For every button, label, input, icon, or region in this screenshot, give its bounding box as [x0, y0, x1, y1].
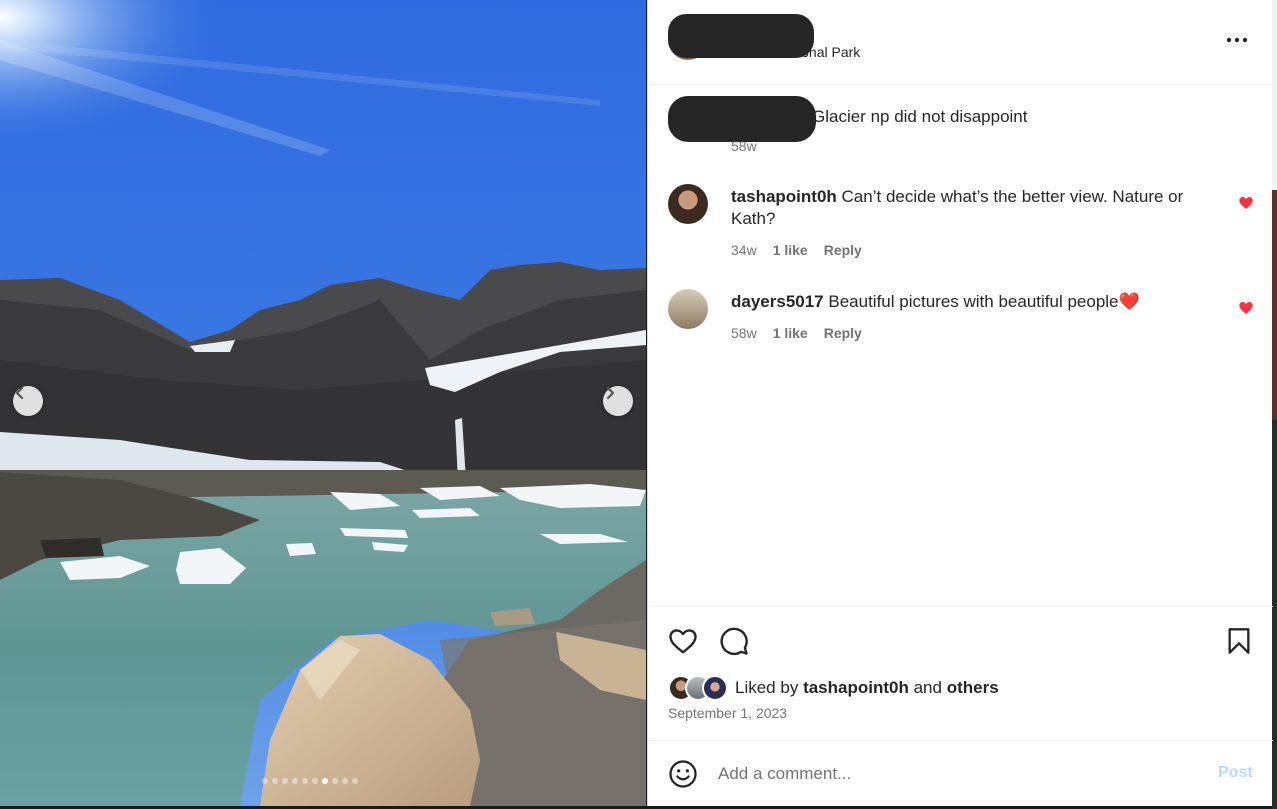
- comment-meta: 58w 1 like Reply: [731, 325, 862, 341]
- comment-bubble-icon[interactable]: [719, 626, 749, 656]
- comment-username[interactable]: dayers5017: [731, 292, 824, 311]
- carousel-dot: [352, 778, 358, 784]
- previous-photo-button[interactable]: [13, 386, 43, 416]
- carousel-dot: [312, 778, 318, 784]
- reply-button[interactable]: Reply: [824, 242, 862, 258]
- caption-text: Glacier np did not disappoint: [812, 107, 1028, 126]
- post-comment-button[interactable]: Post: [1218, 764, 1253, 782]
- post-location[interactable]: Glacier National Park: [728, 44, 860, 60]
- carousel-dot: [282, 778, 288, 784]
- carousel-dot-active: [322, 778, 328, 784]
- carousel-dot: [292, 778, 298, 784]
- add-comment-bar: Post: [648, 740, 1273, 806]
- carousel-dot: [272, 778, 278, 784]
- comment-meta: 34w 1 like Reply: [731, 242, 862, 258]
- next-photo-button[interactable]: [603, 386, 633, 416]
- more-options-button[interactable]: [1226, 30, 1248, 50]
- caption-meta: 58w: [731, 138, 757, 154]
- carousel-dot: [262, 778, 268, 784]
- carousel-dot: [342, 778, 348, 784]
- post-actions: Liked by tashapoint0h and others Septemb…: [648, 606, 1273, 740]
- comment-likes[interactable]: 1 like: [773, 325, 808, 341]
- chevron-right-icon: [606, 386, 615, 400]
- comment-avatar[interactable]: [668, 184, 708, 224]
- reply-button[interactable]: Reply: [824, 325, 862, 341]
- liked-by-user[interactable]: tashapoint0h: [803, 678, 909, 697]
- more-horizontal-icon: [1226, 37, 1248, 43]
- liker-avatar[interactable]: [702, 675, 728, 701]
- post-photo[interactable]: [0, 0, 646, 806]
- comment-avatar[interactable]: [668, 289, 708, 329]
- carousel-dot: [302, 778, 308, 784]
- emoji-smile-icon[interactable]: [668, 759, 698, 789]
- liked-by-and: and: [913, 678, 942, 697]
- liked-by-others[interactable]: others: [947, 678, 999, 697]
- liked-by-prefix: Liked by: [735, 678, 799, 697]
- liked-by-text: Liked by tashapoint0h and others: [735, 678, 999, 698]
- post-modal: Glacier National Park Glacier np did not…: [0, 0, 1277, 809]
- caption-time[interactable]: 58w: [731, 138, 757, 154]
- comment-body: tashapoint0h Can’t decide what’s the bet…: [731, 186, 1211, 230]
- redacted-caption-author: [668, 96, 816, 142]
- carousel-indicator: [262, 778, 358, 784]
- liked-heart-icon[interactable]: [1238, 300, 1254, 316]
- liked-by-row: Liked by tashapoint0h and others: [668, 675, 999, 701]
- post-header: Glacier National Park: [648, 0, 1273, 85]
- comment-body: dayers5017 Beautiful pictures with beaut…: [731, 291, 1211, 313]
- bookmark-icon[interactable]: [1226, 627, 1252, 655]
- comments-section: Glacier np did not disappoint 58w tashap…: [648, 86, 1273, 606]
- like-heart-icon[interactable]: [668, 627, 698, 655]
- comment-time[interactable]: 58w: [731, 325, 757, 341]
- comment-time[interactable]: 34w: [731, 242, 757, 258]
- comment-likes[interactable]: 1 like: [773, 242, 808, 258]
- post-sidebar: Glacier National Park Glacier np did not…: [647, 0, 1273, 806]
- liked-heart-icon[interactable]: [1238, 195, 1254, 211]
- landscape-image: [0, 0, 646, 806]
- chevron-left-icon: [15, 386, 24, 400]
- post-date[interactable]: September 1, 2023: [668, 705, 787, 721]
- comment-text: Beautiful pictures with beautiful people…: [828, 292, 1140, 311]
- comment-username[interactable]: tashapoint0h: [731, 187, 837, 206]
- comment-input[interactable]: [718, 761, 1188, 787]
- carousel-dot: [332, 778, 338, 784]
